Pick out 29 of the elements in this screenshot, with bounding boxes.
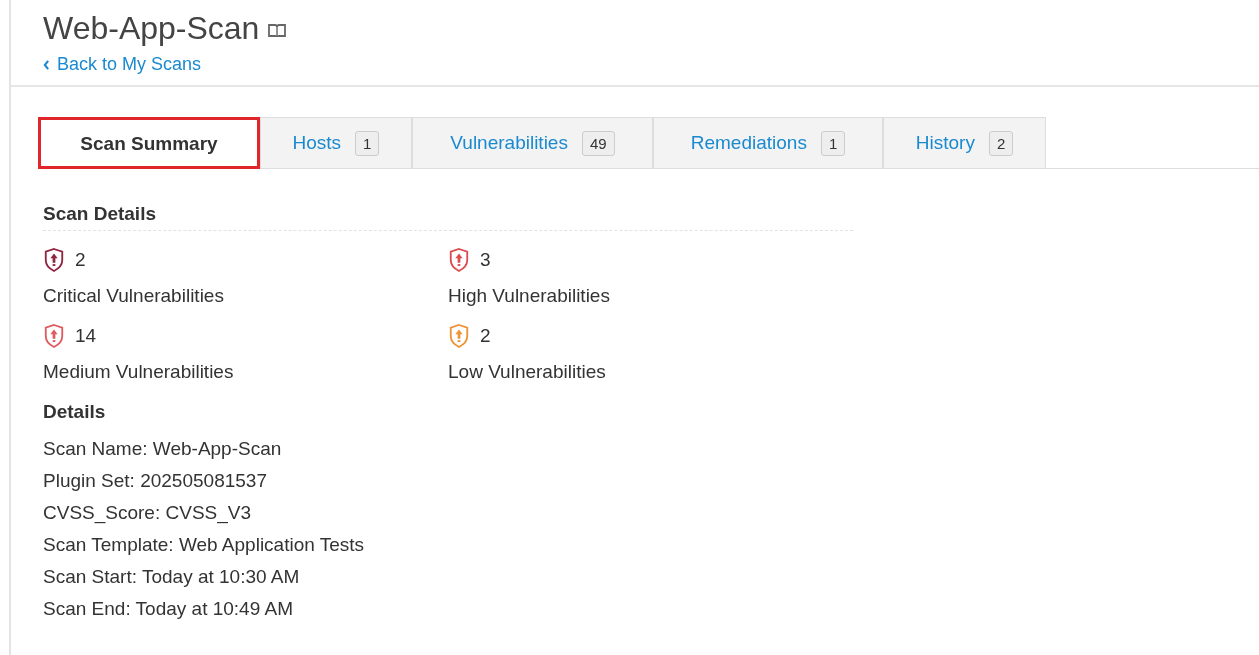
tab[interactable]: History 2: [883, 117, 1046, 168]
vulnerability-label: High Vulnerabilities: [448, 285, 611, 308]
vulnerability-count: 3: [480, 249, 491, 271]
book-icon[interactable]: [267, 23, 288, 39]
count-badge: 1: [355, 130, 380, 156]
vulnerability-count: 2: [480, 325, 491, 347]
back-link[interactable]: Back to My Scans: [43, 54, 202, 75]
tab[interactable]: Remediations 1: [653, 117, 883, 168]
count-badge: 1: [820, 130, 846, 156]
chevron-left-icon: [43, 59, 50, 70]
count-badge: 2: [988, 130, 1014, 156]
vulnerability-count: 2: [75, 249, 86, 271]
detail-line: Scan End: Today at 10:49 AM: [43, 597, 294, 621]
tab[interactable]: Hosts 1: [260, 117, 412, 168]
vulnerability-label: Medium Vulnerabilities: [43, 361, 235, 384]
tab[interactable]: Scan Summary: [38, 117, 260, 169]
detail-line: Scan Name: Web-App-Scan: [43, 437, 283, 461]
detail-line: Plugin Set: 202505081537: [43, 469, 268, 493]
vulnerability-count: 14: [75, 325, 97, 347]
detail-line: Scan Template: Web Application Tests: [43, 533, 366, 557]
details-heading: Details: [43, 401, 107, 424]
detail-line: CVSS_Score: CVSS_V3: [43, 501, 253, 526]
page-title: Web-App-Scan: [43, 9, 260, 48]
section-heading: Scan Details: [43, 203, 853, 231]
count-badge: 49: [581, 130, 615, 156]
detail-line: Scan Start: Today at 10:30 AM: [43, 565, 301, 589]
vulnerability-label: Critical Vulnerabilities: [43, 285, 225, 308]
tab[interactable]: Vulnerabilities 49: [412, 117, 653, 168]
vulnerability-label: Low Vulnerabilities: [448, 361, 607, 384]
